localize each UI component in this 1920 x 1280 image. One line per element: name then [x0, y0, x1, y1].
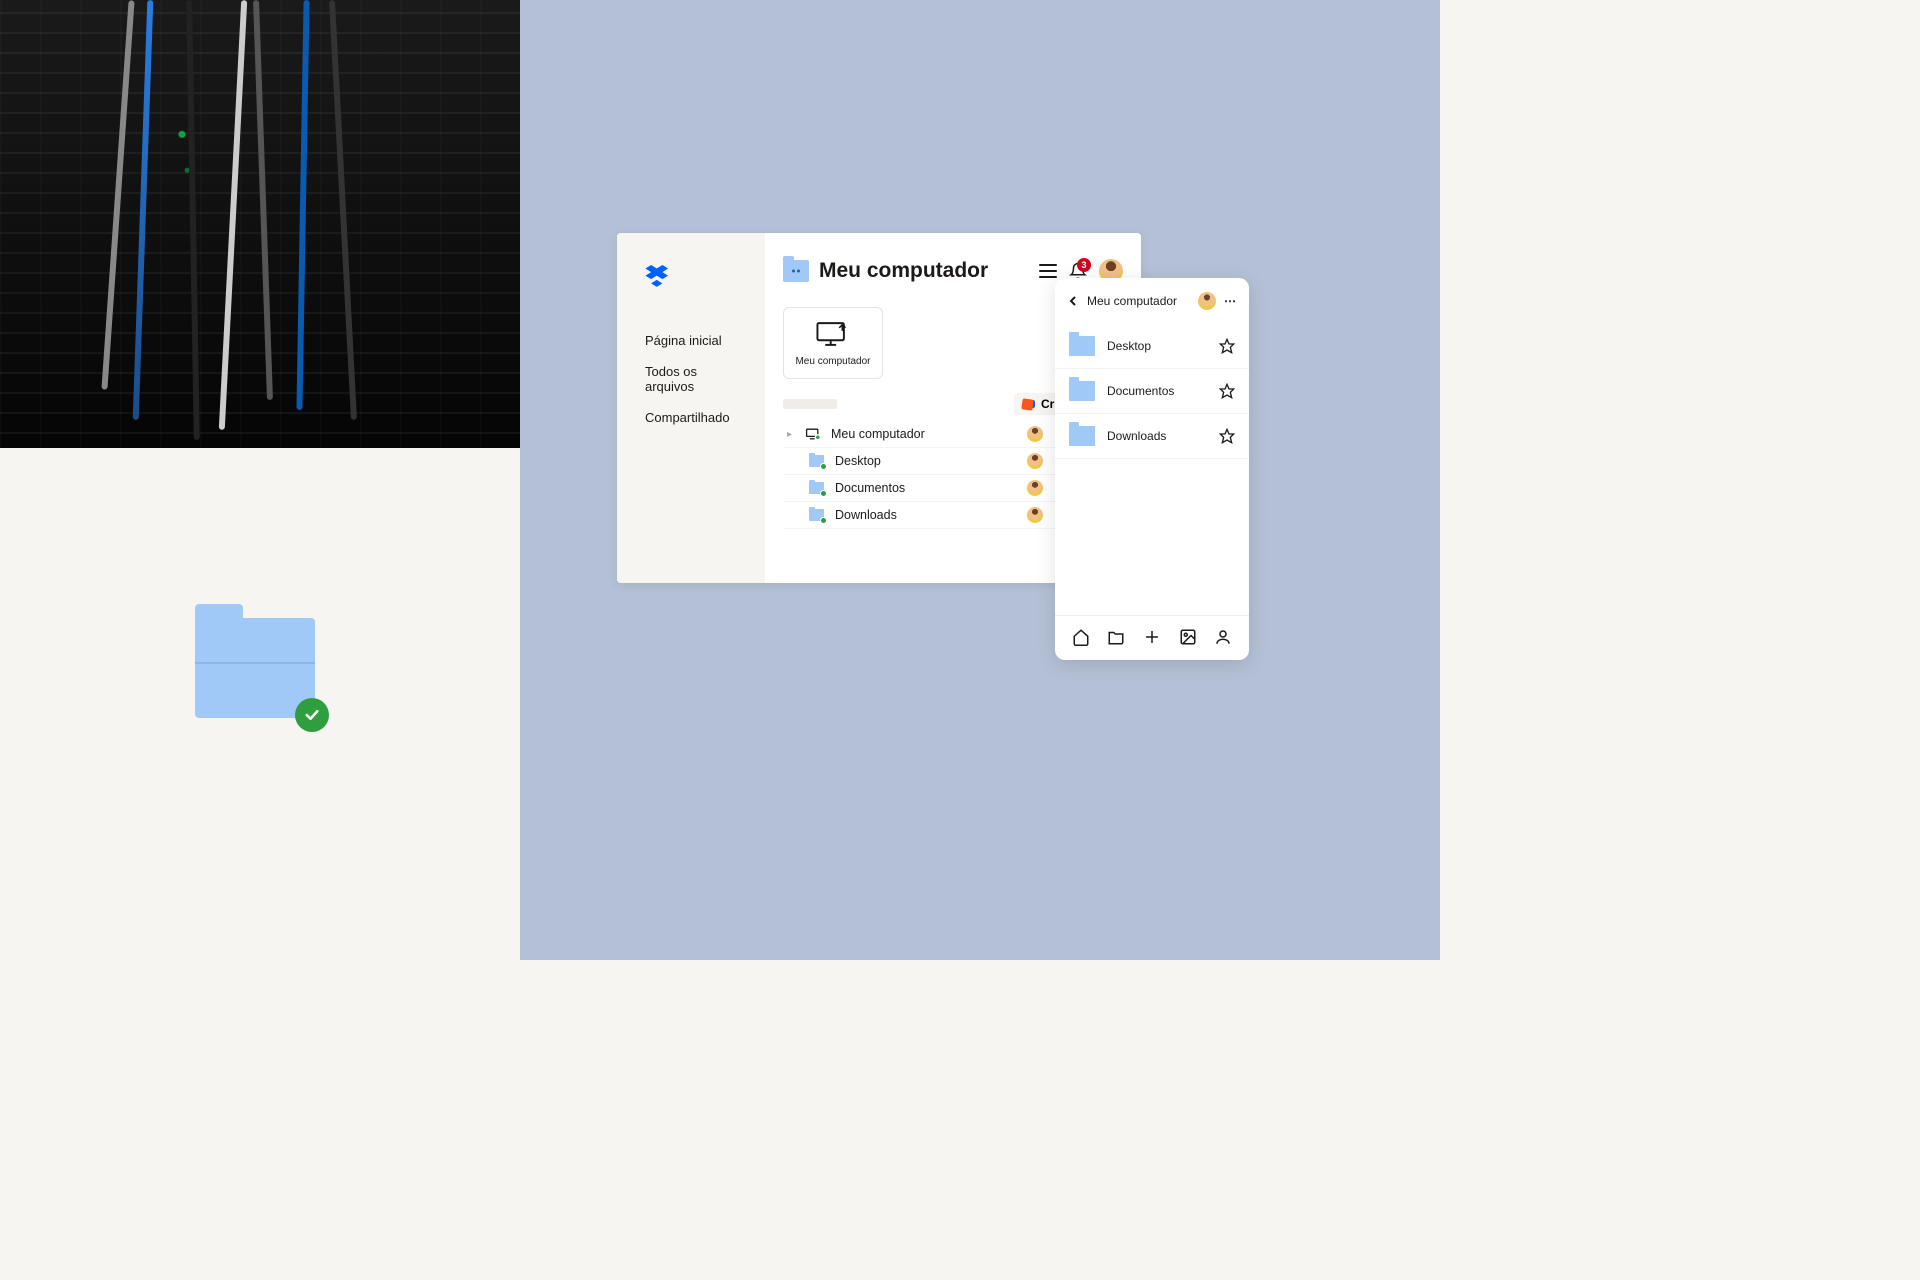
expand-arrow-icon[interactable]: ▸ [787, 429, 795, 440]
row-label: Meu computador [831, 427, 925, 441]
nav-add-icon[interactable] [1143, 628, 1161, 646]
placeholder [783, 399, 837, 409]
row-label: Desktop [835, 454, 881, 468]
row-label: Documentos [835, 481, 905, 495]
sidebar-item-all-files[interactable]: Todos os arquivos [645, 364, 749, 394]
check-badge-icon [295, 698, 329, 732]
computer-icon [805, 427, 821, 441]
folder-icon [809, 455, 824, 467]
row-avatar [1027, 480, 1043, 496]
nav-account-icon[interactable] [1214, 628, 1232, 646]
folder-icon [809, 509, 824, 521]
folder-icon [809, 482, 824, 494]
nav-photos-icon[interactable] [1179, 628, 1197, 646]
folder-icon [1069, 426, 1095, 446]
server-rack-photo [0, 0, 520, 448]
people-folder-icon [783, 260, 809, 282]
row-label: Downloads [835, 508, 897, 522]
synced-folder-icon [195, 618, 315, 718]
page-title: Meu computador [819, 259, 988, 283]
nav-files-icon[interactable] [1107, 628, 1125, 646]
star-icon[interactable] [1219, 383, 1235, 399]
dropbox-logo-icon [645, 265, 749, 287]
row-label: Downloads [1107, 429, 1166, 443]
star-icon[interactable] [1219, 338, 1235, 354]
avatar[interactable] [1198, 292, 1216, 310]
folder-icon [1069, 381, 1095, 401]
computer-tile[interactable]: Meu computador [783, 307, 883, 379]
mobile-list-row[interactable]: Downloads [1055, 414, 1249, 459]
notification-badge: 3 [1077, 258, 1091, 272]
row-avatar [1027, 507, 1043, 523]
mobile-list-row[interactable]: Desktop [1055, 324, 1249, 369]
row-label: Documentos [1107, 384, 1174, 398]
mobile-title: Meu computador [1087, 294, 1177, 308]
star-icon[interactable] [1219, 428, 1235, 444]
folder-icon [1069, 336, 1095, 356]
mobile-app-window: Meu computador ⋯ Desktop Documentos [1055, 278, 1249, 660]
mobile-list-row[interactable]: Documentos [1055, 369, 1249, 414]
back-button[interactable] [1067, 295, 1079, 307]
sidebar-item-shared[interactable]: Compartilhado [645, 410, 749, 425]
tile-label: Meu computador [795, 356, 870, 367]
nav-home-icon[interactable] [1072, 628, 1090, 646]
folder-illustration-panel [0, 448, 520, 960]
desktop-sidebar: Página inicial Todos os arquivos Compart… [617, 233, 765, 583]
more-icon[interactable]: ⋯ [1224, 294, 1237, 308]
row-avatar [1027, 453, 1043, 469]
sidebar-item-home[interactable]: Página inicial [645, 333, 749, 348]
menu-icon[interactable] [1039, 264, 1057, 278]
row-avatar [1027, 426, 1043, 442]
row-label: Desktop [1107, 339, 1151, 353]
